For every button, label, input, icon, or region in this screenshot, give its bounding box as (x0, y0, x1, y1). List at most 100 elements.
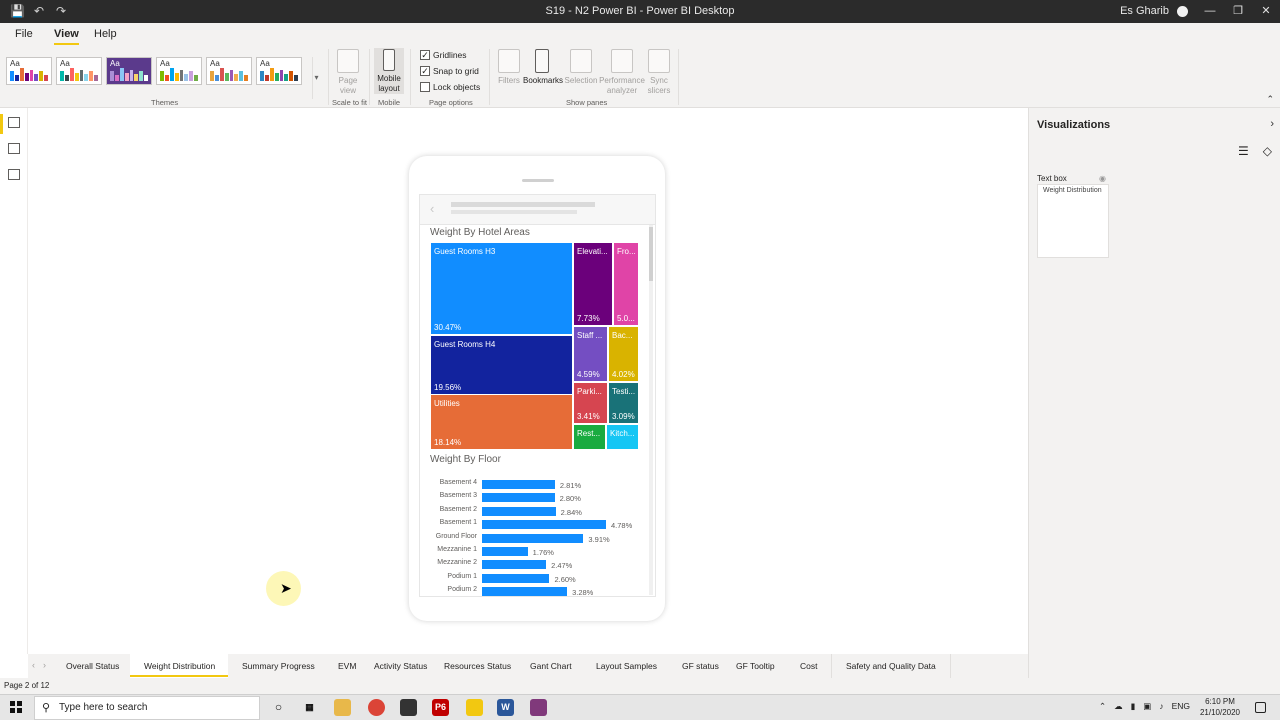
page-tab[interactable]: GF Tooltip (722, 654, 790, 678)
theme-6[interactable]: Aa (256, 57, 302, 85)
battery-icon[interactable]: ▮ (1131, 701, 1136, 712)
task-view-icon[interactable]: ▦ (301, 699, 318, 716)
menu-help[interactable]: Help (94, 28, 117, 40)
page-tab[interactable]: Cost (786, 654, 833, 678)
store-icon[interactable] (400, 699, 417, 716)
performance-analyzer-button[interactable]: Performance analyzer (598, 49, 646, 96)
back-icon: ‹ (430, 201, 435, 216)
page-tab[interactable]: Safety and Quality Data (832, 654, 951, 678)
selection-button[interactable]: Selection (564, 49, 598, 86)
treemap-tile[interactable]: Bac... 4.02% (609, 327, 638, 381)
bar-category-label: Basement 3 (439, 492, 477, 500)
windows-start-icon[interactable] (10, 701, 22, 713)
chevron-up-icon[interactable]: ⌃ (1099, 701, 1106, 712)
treemap-tile[interactable]: Kitch... (607, 425, 638, 449)
page-tab[interactable]: Resources Status (430, 654, 527, 678)
ribbon-separator (489, 49, 490, 105)
cloud-icon[interactable]: ☁ (1114, 701, 1123, 712)
treemap-tile[interactable]: Staff ... 4.59% (574, 327, 607, 381)
treemap-tile[interactable]: Rest... (574, 425, 605, 449)
close-icon[interactable]: ✕ (1252, 0, 1280, 23)
treemap-tile[interactable]: Guest Rooms H3 30.47% (431, 243, 572, 334)
clock-time: 6:10 PM (1205, 697, 1235, 706)
themes-dropdown-icon[interactable]: ▾ (312, 57, 320, 99)
bookmarks-button[interactable]: Bookmarks (523, 49, 563, 86)
cortana-icon[interactable]: ○ (270, 699, 287, 716)
scale-group-label: Scale to fit (332, 98, 368, 107)
volume-icon[interactable]: ♪ (1159, 701, 1163, 712)
network-icon[interactable]: ▣ (1143, 701, 1151, 712)
format-icon[interactable]: ☰ (1238, 144, 1249, 158)
collapse-ribbon-icon[interactable]: ⌃ (1266, 94, 1274, 105)
restore-icon[interactable]: ❐ (1224, 0, 1252, 23)
powerbi-icon[interactable] (466, 699, 483, 716)
language-indicator[interactable]: ENG (1172, 701, 1190, 712)
bar[interactable] (482, 493, 555, 503)
page-tab[interactable]: Layout Samples (582, 654, 672, 678)
bar[interactable] (482, 520, 606, 530)
page-tab[interactable]: Gant Chart (516, 654, 587, 678)
treemap-tile[interactable]: Fro... 5.0... (614, 243, 638, 325)
teams-icon[interactable] (530, 699, 547, 716)
chrome-icon[interactable] (368, 699, 385, 716)
file-explorer-icon[interactable] (334, 699, 351, 716)
bar[interactable] (482, 480, 555, 489)
treemap-tile-percent: 4.02% (612, 370, 635, 379)
menu-view[interactable]: View (54, 28, 79, 45)
bar[interactable] (482, 573, 550, 583)
bar[interactable] (482, 560, 547, 570)
page-tab[interactable]: Weight Distribution (130, 654, 231, 678)
model-view-icon[interactable] (8, 169, 20, 180)
chevron-right-icon[interactable]: › (1270, 118, 1274, 130)
minimize-icon[interactable]: — (1196, 0, 1224, 23)
checkbox-checked-icon: ✓ (420, 66, 430, 76)
menu-file[interactable]: File (15, 28, 33, 40)
clock[interactable]: 6:10 PM 21/10/2020 (1200, 696, 1240, 718)
bar[interactable] (482, 506, 556, 516)
bar-data-label: 2.80% (559, 494, 581, 504)
treemap-tile[interactable]: Parki... 3.41% (574, 383, 607, 423)
page-tab[interactable]: Overall Status (52, 654, 135, 678)
bar[interactable] (482, 533, 584, 543)
treemap-tile-percent: 30.47% (434, 323, 462, 332)
theme-5[interactable]: Aa (206, 57, 252, 85)
phone-scrollbar[interactable] (649, 225, 653, 595)
report-view-icon[interactable] (8, 117, 20, 128)
treemap-tile[interactable]: Elevati... 7.73% (574, 243, 612, 325)
filters-label: Filters (498, 76, 520, 85)
theme-4[interactable]: Aa (156, 57, 202, 85)
lock-objects-checkbox[interactable]: Lock objects (420, 82, 480, 92)
eraser-icon[interactable]: ◇ (1263, 144, 1272, 158)
theme-3[interactable]: Aa (106, 57, 152, 85)
tab-scroll-arrows[interactable]: ‹› (32, 660, 54, 670)
treemap-tile[interactable]: Utilities 18.14% (431, 395, 572, 449)
gridlines-checkbox[interactable]: ✓ Gridlines (420, 50, 467, 60)
treemap-tile-percent: 19.56% (434, 383, 462, 392)
scroll-thumb[interactable] (649, 227, 653, 281)
treemap-tile[interactable]: Guest Rooms H4 19.56% (431, 336, 572, 394)
snap-to-grid-checkbox[interactable]: ✓ Snap to grid (420, 66, 479, 76)
theme-1[interactable]: Aa (6, 57, 52, 85)
menu-bar: File View Help (0, 23, 1280, 45)
data-view-icon[interactable] (8, 143, 20, 154)
mobile-layout-button[interactable]: Mobile layout (374, 49, 404, 94)
treemap-tile-label: Testi... (612, 387, 636, 396)
treemap-tile[interactable]: Testi... 3.09% (609, 383, 638, 423)
bar[interactable] (482, 547, 528, 556)
page-tab[interactable]: Summary Progress (228, 654, 330, 678)
eye-icon[interactable]: ◉ (1099, 174, 1106, 183)
taskbar-search[interactable]: ⚲ Type here to search (34, 696, 260, 720)
theme-2[interactable]: Aa (56, 57, 102, 85)
notifications-icon[interactable] (1255, 702, 1266, 713)
sync-slicers-button[interactable]: Sync slicers (646, 49, 672, 96)
phone-screen[interactable]: ‹ Weight By Hotel Areas Guest Rooms H3 30… (419, 194, 656, 597)
text-box-card[interactable]: Weight Distribution (1037, 184, 1109, 258)
ribbon-separator (410, 49, 411, 105)
primavera-icon[interactable]: P6 (432, 699, 449, 716)
word-icon[interactable]: W (497, 699, 514, 716)
page-indicator: Page 2 of 12 (4, 681, 50, 690)
filters-button[interactable]: Filters (496, 49, 522, 86)
page-view-button[interactable]: Page view (334, 49, 362, 96)
user-account[interactable]: Es Gharib (1120, 5, 1188, 17)
bar[interactable] (482, 587, 568, 596)
